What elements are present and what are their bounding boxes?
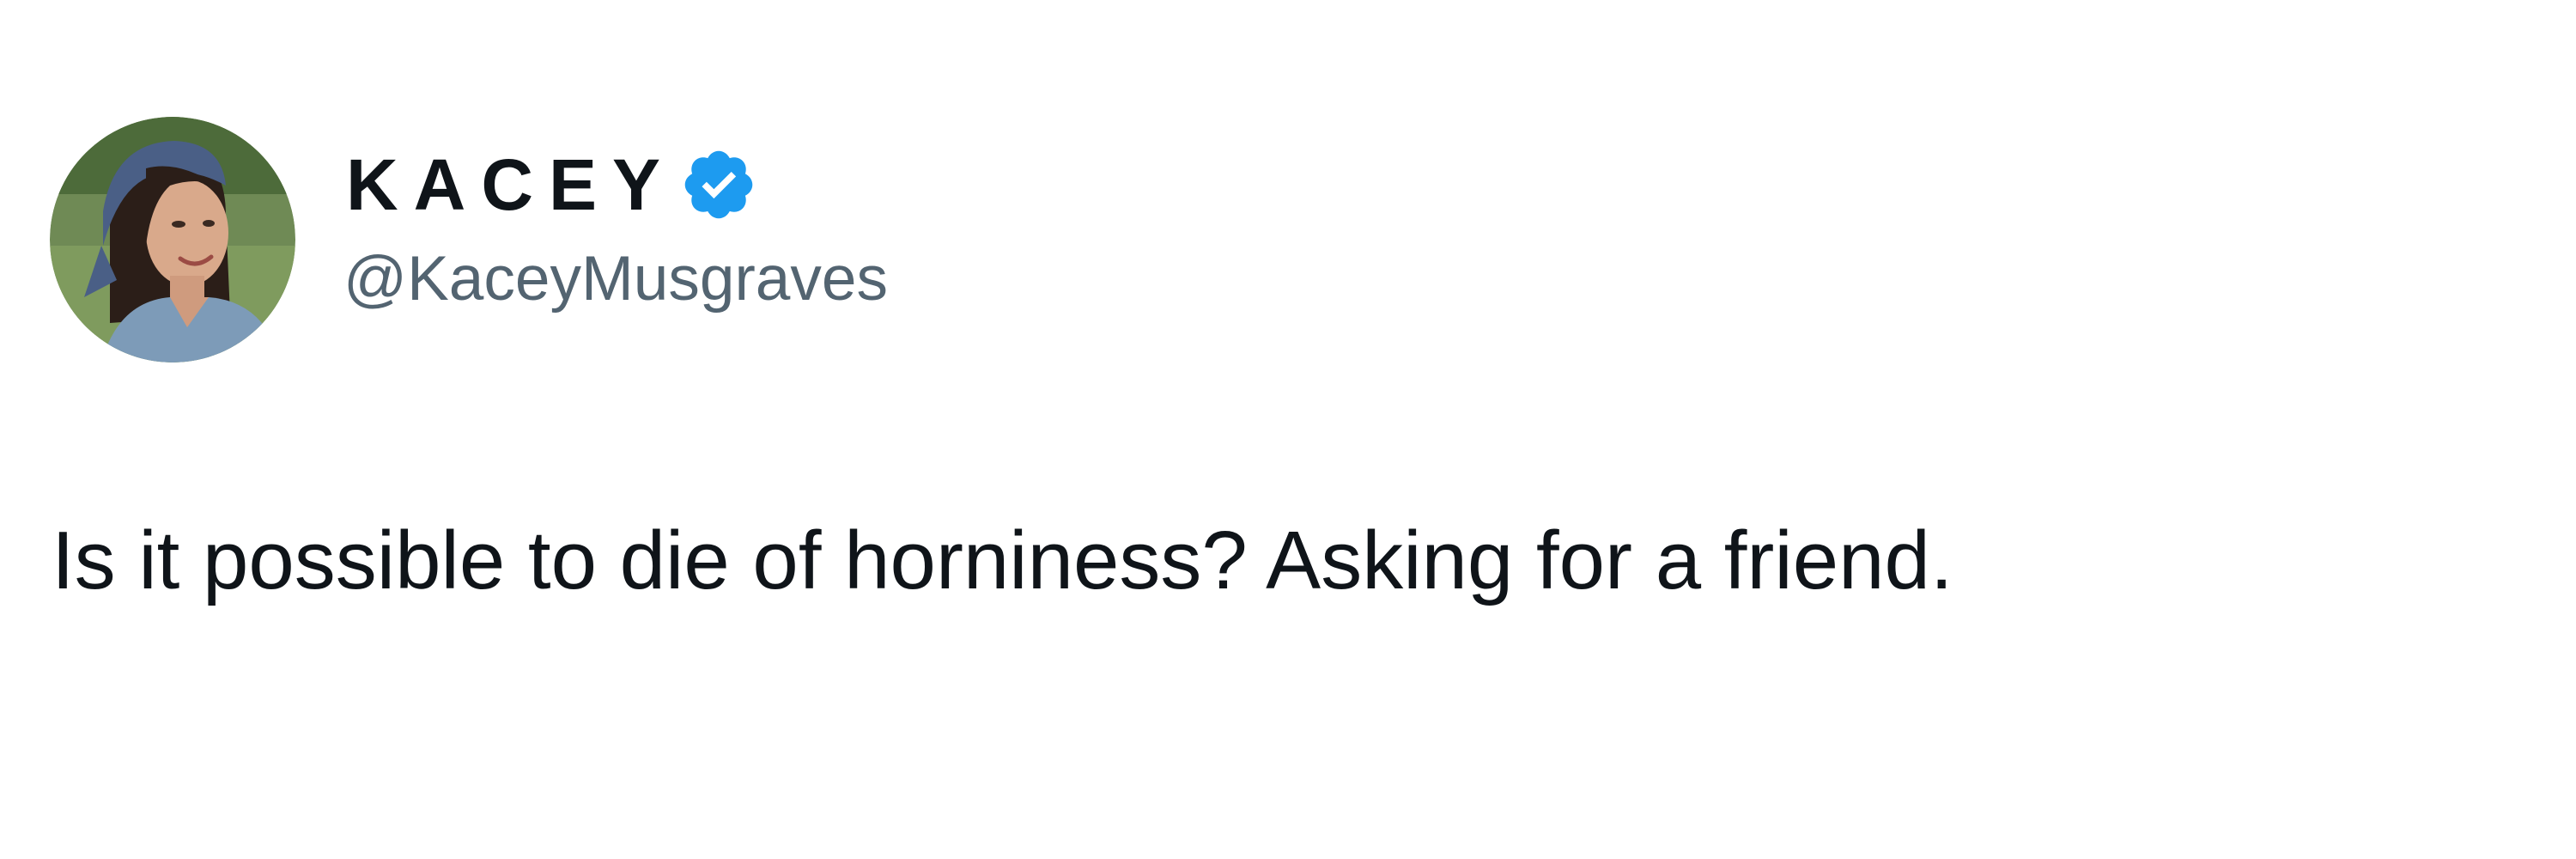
avatar-image [50,117,295,362]
tweet-text: Is it possible to die of horniness? Aski… [52,515,1953,606]
tweet-card: KACEY @KaceyMusgraves Is it possible to … [0,0,2576,859]
author-avatar[interactable] [50,117,295,362]
author-handle[interactable]: @KaceyMusgraves [343,247,888,310]
verified-badge-icon [679,145,758,224]
author-name-row: KACEY [346,137,758,232]
author-display-name[interactable]: KACEY [346,149,676,221]
